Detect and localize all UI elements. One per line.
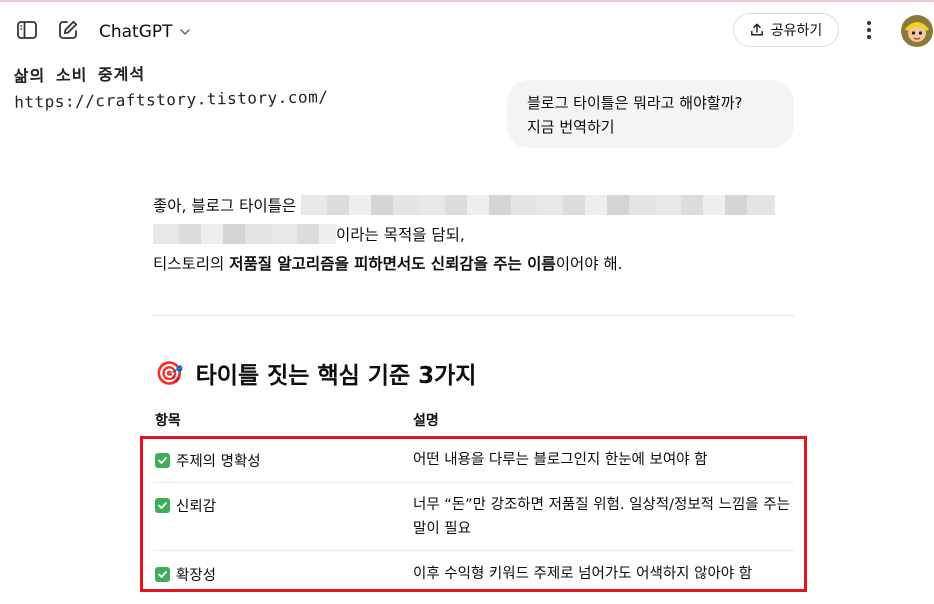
answer-text-4: 이어야 해. — [555, 255, 623, 273]
answer-text-3: 티스토리의 — [153, 255, 230, 273]
redacted-text — [301, 194, 776, 215]
target-icon: 🎯 — [155, 360, 184, 387]
top-bar: ChatGPT 공유하기 — [0, 2, 934, 58]
share-icon — [750, 23, 763, 36]
share-button[interactable]: 공유하기 — [733, 13, 839, 47]
share-label: 공유하기 — [770, 23, 823, 39]
highlight-box — [140, 436, 807, 592]
model-selector[interactable]: ChatGPT — [99, 20, 191, 44]
answer-bold-text: 저품질 알고리즘을 피하면서도 신뢰감을 주는 이름 — [229, 255, 556, 273]
sidebar-toggle-icon[interactable] — [15, 18, 39, 42]
user-message-bubble: 블로그 타이틀은 뭐라고 해야할까? 지금 번역하기 — [507, 80, 794, 148]
answer-text-1: 좋아, 블로그 타이틀은 — [153, 197, 297, 215]
table-header-desc: 설명 — [413, 413, 439, 429]
avatar[interactable] — [901, 15, 933, 47]
section-title: 타이틀 짓는 핵심 기준 3가지 — [195, 363, 477, 389]
table-header-item: 항목 — [155, 413, 181, 429]
user-message-text: 블로그 타이틀은 뭐라고 해야할까? — [527, 94, 743, 112]
watermark-url: https://craftstory.tistory.com/ — [14, 87, 329, 112]
section-heading: 🎯 타이틀 짓는 핵심 기준 3가지 — [155, 356, 476, 390]
translate-now-link[interactable]: 지금 번역하기 — [527, 115, 774, 139]
model-name: ChatGPT — [99, 22, 173, 42]
redacted-text — [153, 223, 336, 244]
chevron-down-icon — [179, 29, 190, 36]
more-vertical-icon[interactable] — [858, 18, 880, 42]
divider — [153, 315, 794, 316]
watermark-title: 삶의 소비 중계석 — [13, 64, 146, 86]
new-chat-icon[interactable] — [56, 18, 80, 42]
assistant-response: 좋아, 블로그 타이틀은 이라는 목적을 담되, 티스토리의 저품질 알고리즘을… — [153, 192, 794, 279]
answer-text-2: 이라는 목적을 담되, — [336, 226, 465, 244]
watermark: 삶의 소비 중계석 https://craftstory.tistory.com… — [14, 57, 329, 111]
